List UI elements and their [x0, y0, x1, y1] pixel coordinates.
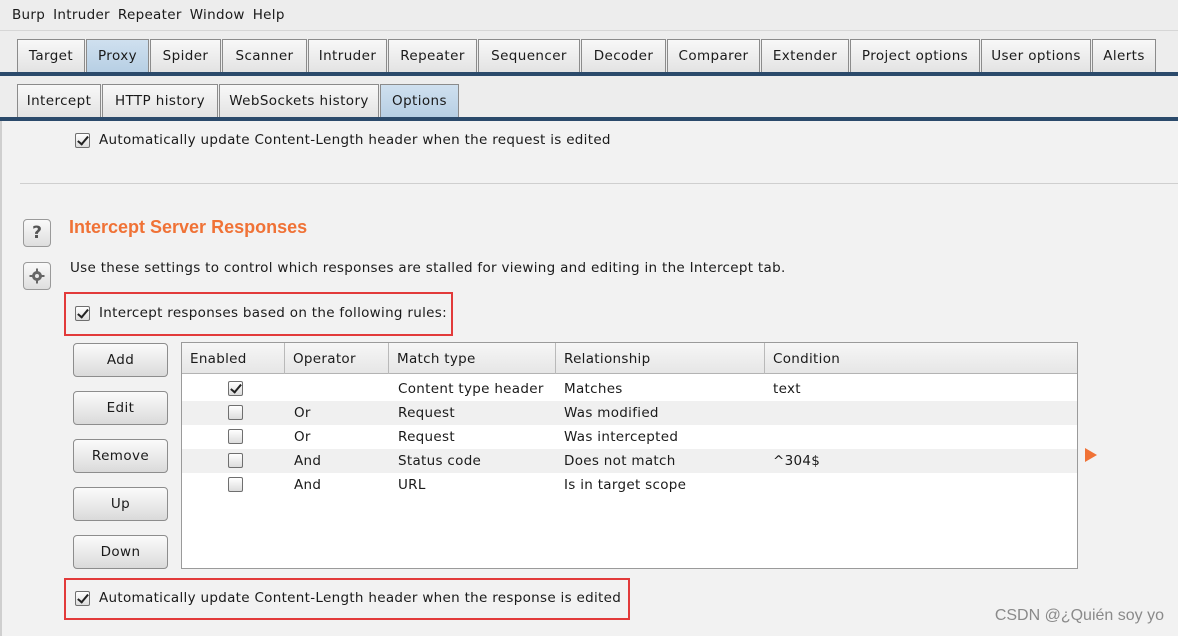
row-operator: Or	[294, 429, 311, 445]
table-row[interactable]: Content type header Matches text	[182, 377, 1077, 401]
row-match-type: Request	[398, 429, 455, 445]
row-enabled-checkbox[interactable]	[228, 429, 243, 444]
tab-extender[interactable]: Extender	[761, 39, 849, 72]
row-enabled-checkbox[interactable]	[228, 405, 243, 420]
down-button[interactable]: Down	[73, 535, 168, 569]
row-relationship: Is in target scope	[564, 477, 687, 493]
tab-user-options[interactable]: User options	[981, 39, 1091, 72]
intercept-responses-checkbox[interactable]	[75, 306, 90, 321]
tab-intercept[interactable]: Intercept	[17, 84, 101, 117]
tab-repeater[interactable]: Repeater	[388, 39, 477, 72]
col-match-type[interactable]: Match type	[389, 343, 556, 374]
row-enabled-checkbox[interactable]	[228, 453, 243, 468]
table-row[interactable]: Or Request Was intercepted	[182, 425, 1077, 449]
tab-sequencer[interactable]: Sequencer	[478, 39, 580, 72]
tab-options[interactable]: Options	[380, 84, 459, 117]
table-row[interactable]: And Status code Does not match ^304$	[182, 449, 1077, 473]
tab-websockets-history[interactable]: WebSockets history	[219, 84, 379, 117]
tab-scanner[interactable]: Scanner	[222, 39, 307, 72]
section-divider	[20, 183, 1178, 184]
row-match-type: Content type header	[398, 381, 544, 397]
tab-alerts[interactable]: Alerts	[1092, 39, 1156, 72]
tab-comparer[interactable]: Comparer	[667, 39, 760, 72]
intercept-responses-label: Intercept responses based on the followi…	[99, 305, 447, 321]
menu-repeater[interactable]: Repeater	[114, 7, 186, 23]
section-title: Intercept Server Responses	[69, 217, 308, 237]
menu-burp[interactable]: Burp	[8, 7, 49, 23]
col-operator[interactable]: Operator	[285, 343, 389, 374]
up-button[interactable]: Up	[73, 487, 168, 521]
expand-arrow-icon[interactable]	[1085, 448, 1097, 462]
update-content-length-request-checkbox[interactable]	[75, 133, 90, 148]
tab-http-history[interactable]: HTTP history	[102, 84, 218, 117]
menu-help[interactable]: Help	[249, 7, 289, 23]
add-button[interactable]: Add	[73, 343, 168, 377]
row-match-type: Status code	[398, 453, 482, 469]
row-relationship: Does not match	[564, 453, 676, 469]
row-condition: ^304$	[773, 453, 821, 469]
row-operator: And	[294, 477, 322, 493]
row-enabled-checkbox[interactable]	[228, 477, 243, 492]
col-condition[interactable]: Condition	[765, 343, 1077, 374]
row-match-type: Request	[398, 405, 455, 421]
row-relationship: Matches	[564, 381, 623, 397]
tab-target[interactable]: Target	[17, 39, 85, 72]
tab-spider[interactable]: Spider	[150, 39, 221, 72]
tab-decoder[interactable]: Decoder	[581, 39, 666, 72]
row-enabled-checkbox[interactable]	[228, 381, 243, 396]
rules-table: Enabled Operator Match type Relationship…	[181, 342, 1078, 569]
row-operator: Or	[294, 405, 311, 421]
watermark: CSDN @¿Quién soy yo	[994, 607, 1164, 624]
section-description: Use these settings to control which resp…	[70, 260, 786, 276]
table-row[interactable]: Or Request Was modified	[182, 401, 1077, 425]
gear-icon[interactable]	[23, 262, 51, 290]
col-relationship[interactable]: Relationship	[556, 343, 765, 374]
remove-button[interactable]: Remove	[73, 439, 168, 473]
row-match-type: URL	[398, 477, 426, 493]
table-header: Enabled Operator Match type Relationship…	[182, 343, 1077, 374]
sub-tab-bar: Intercept HTTP history WebSockets histor…	[0, 76, 1178, 121]
row-relationship: Was intercepted	[564, 429, 679, 445]
main-tab-bar: Target Proxy Spider Scanner Intruder Rep…	[0, 31, 1178, 76]
row-operator: And	[294, 453, 322, 469]
col-enabled[interactable]: Enabled	[182, 343, 285, 374]
edit-button[interactable]: Edit	[73, 391, 168, 425]
menu-intruder[interactable]: Intruder	[49, 7, 114, 23]
row-relationship: Was modified	[564, 405, 659, 421]
menu-window[interactable]: Window	[186, 7, 249, 23]
help-icon[interactable]: ?	[23, 219, 51, 247]
gear-glyph	[29, 268, 45, 284]
menu-bar: Burp Intruder Repeater Window Help	[0, 0, 1178, 31]
tab-intruder[interactable]: Intruder	[308, 39, 387, 72]
tab-project-options[interactable]: Project options	[850, 39, 980, 72]
update-content-length-request-label: Automatically update Content-Length head…	[99, 132, 611, 148]
row-condition: text	[773, 381, 801, 397]
update-content-length-response-checkbox[interactable]	[75, 591, 90, 606]
update-content-length-response-label: Automatically update Content-Length head…	[99, 590, 622, 606]
tab-proxy[interactable]: Proxy	[86, 39, 149, 72]
table-row[interactable]: And URL Is in target scope	[182, 473, 1077, 497]
